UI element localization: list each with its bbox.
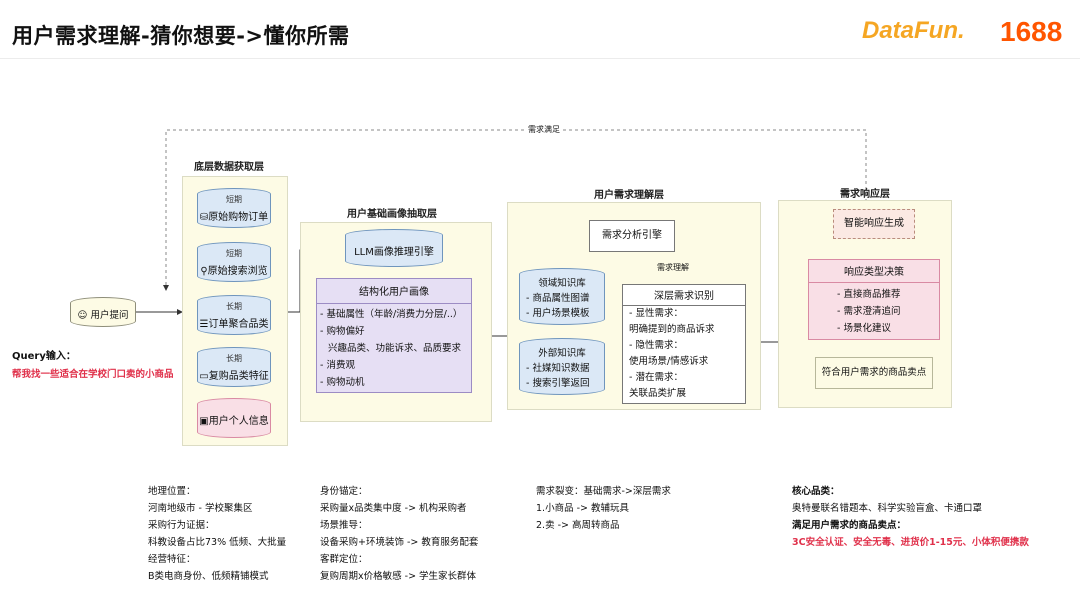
user-info-label: ▣用户个人信息	[199, 416, 269, 427]
decision-item: - 场景化建议	[837, 323, 891, 334]
repurchase-node: 长期 ▭复购品类特征	[197, 347, 271, 387]
external-kb-node: 外部知识库 - 社媒知识数据 - 搜索引擎返回	[519, 338, 605, 395]
deep-demand-box: 深层需求识别 - 显性需求： 明确提到的商品诉求 - 隐性需求： 使用场景/情感…	[622, 284, 746, 404]
raw-order-node: 短期 ⛁原始购物订单	[197, 188, 271, 228]
note-line: 客群定位：	[320, 554, 368, 565]
chat-icon: ☺	[77, 310, 88, 321]
external-kb-item: - 社媒知识数据	[526, 363, 590, 374]
id-card-icon: ▣	[199, 416, 209, 427]
deep-demand-item: - 隐性需求：	[629, 340, 683, 351]
profile-item: 兴趣品类、功能诉求、品质要求	[328, 343, 462, 354]
profile-title: 结构化用户画像	[359, 287, 429, 298]
domain-kb-item: - 用户场景模板	[526, 308, 590, 319]
raw-search-node: 短期 ⚲原始搜索浏览	[197, 242, 271, 282]
deep-demand-item: 使用场景/情感诉求	[629, 356, 709, 367]
response-engine-label: 智能响应生成	[844, 218, 904, 229]
understand-tag: 需求理解	[655, 262, 691, 273]
note-line: 需求裂变：基础需求->深层需求	[536, 486, 671, 497]
note-line: 地理位置：	[148, 486, 196, 497]
output-box: 符合用户需求的商品卖点	[815, 357, 933, 389]
output-label: 符合用户需求的商品卖点	[821, 367, 927, 378]
understanding-layer-title: 用户需求理解层	[594, 190, 664, 201]
response-layer-title: 需求响应层	[840, 189, 890, 200]
decision-list: - 直接商品推荐 - 需求澄清追问 - 场景化建议	[809, 282, 939, 337]
response-engine-box: 智能响应生成	[833, 209, 915, 239]
profile-item: - 购物动机	[320, 377, 365, 388]
user-query-label: ☺ 用户提问	[77, 310, 129, 321]
selling-point-text: 3C安全认证、安全无毒、进货价1-15元、小体积便携款	[792, 537, 1029, 548]
profile-item: - 消费观	[320, 360, 355, 371]
profile-box: 结构化用户画像 - 基础属性（年龄/消费力分层/..） - 购物偏好 兴趣品类、…	[316, 278, 472, 393]
profile-list: - 基础属性（年龄/消费力分层/..） - 购物偏好 兴趣品类、功能诉求、品质要…	[317, 303, 471, 391]
note-line: 河南地级市 - 学校聚集区	[148, 503, 253, 514]
raw-order-label: ⛁原始购物订单	[199, 212, 269, 223]
order-category-tag: 长期	[226, 302, 242, 311]
domain-kb-node: 领域知识库 - 商品属性图谱 - 用户场景模板	[519, 268, 605, 325]
llm-engine-label: LLM画像推理引擎	[354, 247, 434, 258]
demand-engine-box: 需求分析引擎	[589, 220, 675, 252]
note-line: 采购行为证据：	[148, 520, 215, 531]
repurchase-tag: 长期	[226, 354, 242, 363]
raw-search-tag: 短期	[226, 249, 242, 258]
note-line: 场景推导：	[320, 520, 368, 531]
user-query-node: ☺ 用户提问	[70, 297, 136, 327]
deep-demand-item: - 潜在需求：	[629, 372, 683, 383]
order-category-label: ☰订单聚合品类	[199, 319, 269, 330]
deep-demand-list: - 显性需求： 明确提到的商品诉求 - 隐性需求： 使用场景/情感诉求 - 潜在…	[623, 305, 745, 402]
doc-icon: ▭	[199, 371, 209, 382]
note-line: 复购周期x价格敏感 -> 学生家长群体	[320, 571, 477, 582]
deep-demand-item: - 显性需求：	[629, 308, 683, 319]
decision-title: 响应类型决策	[844, 267, 904, 278]
database-icon: ⛁	[199, 212, 209, 223]
decision-item: - 直接商品推荐	[837, 289, 901, 300]
deep-demand-title: 深层需求识别	[654, 291, 714, 302]
note-line: 2.卖 -> 高周转商品	[536, 520, 620, 531]
query-input-text: 帮我找一些适合在学校门口卖的小商品	[12, 369, 174, 380]
raw-search-label: ⚲原始搜索浏览	[200, 266, 268, 277]
external-kb-title: 外部知识库	[538, 348, 586, 359]
demand-engine-label: 需求分析引擎	[602, 230, 662, 241]
search-icon: ⚲	[200, 266, 208, 277]
note-line: 设备采购+环境装饰 -> 教育服务配套	[320, 537, 479, 548]
external-kb-item: - 搜索引擎返回	[526, 378, 590, 389]
notes-col-identity: 身份锚定： 采购量x品类集中度 -> 机构采购者 场景推导： 设备采购+环境装饰…	[320, 483, 478, 585]
notes-col-category: 核心品类： 奥特曼联名错题本、科学实验盲盒、卡通口罩 满足用户需求的商品卖点： …	[792, 483, 1029, 551]
user-info-node: ▣用户个人信息	[197, 398, 271, 438]
core-category-text: 奥特曼联名错题本、科学实验盲盒、卡通口罩	[792, 503, 983, 514]
profile-item: - 基础属性（年龄/消费力分层/..）	[320, 309, 463, 320]
decision-box: 响应类型决策 - 直接商品推荐 - 需求澄清追问 - 场景化建议	[808, 259, 940, 340]
bottom-layer-title: 底层数据获取层	[194, 162, 264, 173]
notes-col-demand: 需求裂变：基础需求->深层需求 1.小商品 -> 教辅玩具 2.卖 -> 高周转…	[536, 483, 671, 534]
repurchase-label: ▭复购品类特征	[199, 371, 269, 382]
note-line: 身份锚定：	[320, 486, 368, 497]
deep-demand-item: 关联品类扩展	[629, 388, 687, 399]
domain-kb-title: 领域知识库	[538, 278, 586, 289]
core-category-label: 核心品类：	[792, 486, 840, 497]
query-input-label: Query输入：	[12, 351, 76, 362]
notes-col-geo: 地理位置： 河南地级市 - 学校聚集区 采购行为证据： 科教设备占比73% 低频…	[148, 483, 286, 585]
profile-layer-title: 用户基础画像抽取层	[347, 209, 437, 220]
selling-point-label: 满足用户需求的商品卖点：	[792, 520, 907, 531]
decision-item: - 需求澄清追问	[837, 306, 901, 317]
profile-item: - 购物偏好	[320, 326, 365, 337]
note-line: 科教设备占比73% 低频、大批量	[148, 537, 287, 548]
feedback-label: 需求满足	[526, 124, 562, 135]
external-kb-list: - 社媒知识数据 - 搜索引擎返回	[520, 361, 604, 391]
note-line: 采购量x品类集中度 -> 机构采购者	[320, 503, 467, 514]
llm-engine-node: LLM画像推理引擎	[345, 229, 443, 267]
deep-demand-item: 明确提到的商品诉求	[629, 324, 715, 335]
note-line: 1.小商品 -> 教辅玩具	[536, 503, 629, 514]
domain-kb-list: - 商品属性图谱 - 用户场景模板	[520, 291, 604, 321]
note-line: B类电商身份、低频精铺模式	[148, 571, 269, 582]
note-line: 经营特征：	[148, 554, 196, 565]
raw-order-tag: 短期	[226, 195, 242, 204]
domain-kb-item: - 商品属性图谱	[526, 293, 590, 304]
order-category-node: 长期 ☰订单聚合品类	[197, 295, 271, 335]
